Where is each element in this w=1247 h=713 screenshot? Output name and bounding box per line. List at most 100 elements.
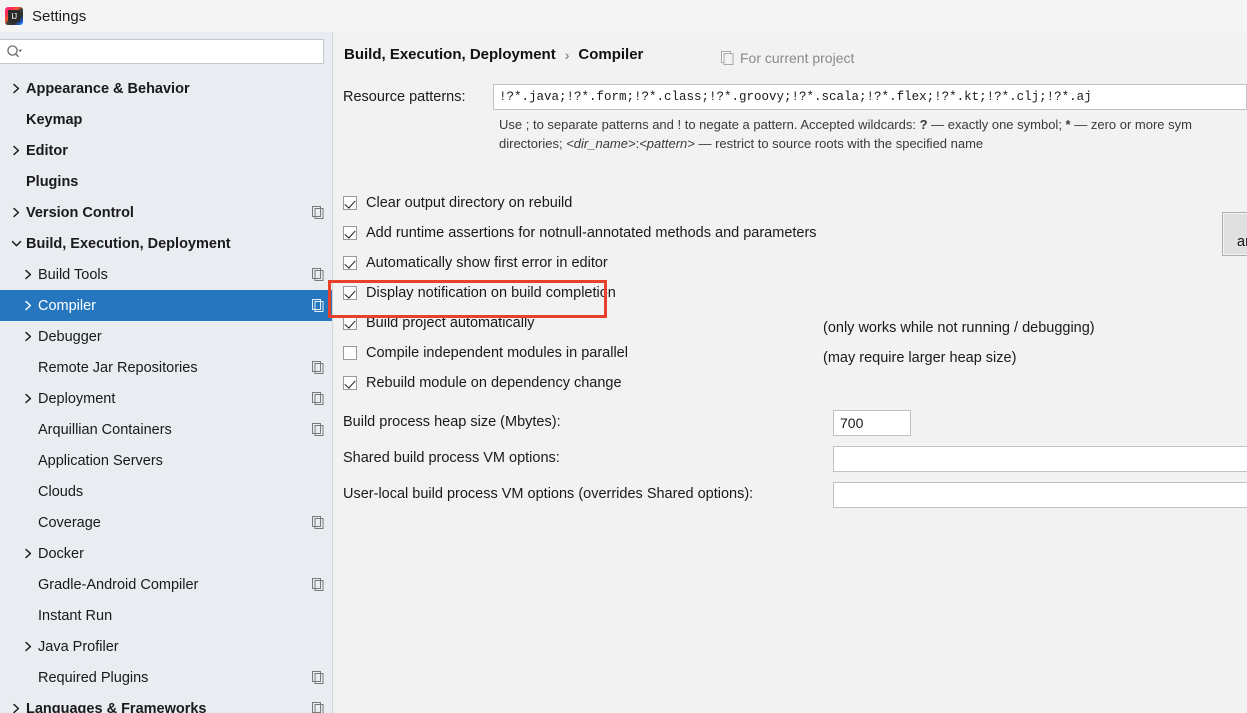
note-build-automatically: (only works while not running / debuggin… — [823, 320, 1095, 336]
checkbox-row-automatically-show-first-error-in-editor[interactable]: Automatically show first error in editor — [343, 248, 1247, 278]
checkbox-row-build-project-automatically[interactable]: Build project automatically — [343, 308, 1247, 338]
sidebar-item-label: Instant Run — [38, 607, 113, 624]
search-box[interactable] — [0, 39, 324, 65]
sidebar-item-label: Build Tools — [38, 266, 108, 283]
sidebar-item-label: Keymap — [26, 111, 83, 128]
chevron-right-icon[interactable] — [18, 331, 38, 342]
checkbox-label: Rebuild module on dependency change — [366, 375, 622, 391]
settings-tree: Appearance & Behavior Keymap Editor Plugins… — [0, 70, 332, 713]
copy-settings-icon[interactable] — [312, 268, 324, 281]
sidebar-item-compiler[interactable]: Compiler — [0, 290, 332, 321]
sidebar-item-label: Coverage — [38, 514, 101, 531]
chevron-right-icon[interactable] — [6, 145, 26, 156]
hint-line-1: Use ; to separate patterns and ! to nega… — [499, 117, 1192, 132]
shared-vm-options-label: Shared build process VM options: — [343, 450, 560, 466]
sidebar-item-arquillian-containers[interactable]: Arquillian Containers — [0, 414, 332, 445]
sidebar-item-gradle-android-compiler[interactable]: Gradle-Android Compiler — [0, 569, 332, 600]
checkbox-row-add-runtime-assertions-for-notnull-annotated-methods-and-parameters[interactable]: Add runtime assertions for notnull-annot… — [343, 218, 1247, 248]
sidebar-item-label: Compiler — [38, 297, 97, 314]
sidebar-item-debugger[interactable]: Debugger — [0, 321, 332, 352]
intellij-idea-icon: IJ — [5, 7, 23, 25]
user-local-vm-options-label: User-local build process VM options (ove… — [343, 486, 754, 502]
sidebar-item-editor[interactable]: Editor — [0, 135, 332, 166]
heap-size-label: Build process heap size (Mbytes): — [343, 414, 561, 430]
heap-size-input[interactable] — [833, 410, 911, 436]
sidebar-item-required-plugins[interactable]: Required Plugins — [0, 662, 332, 693]
sidebar-item-java-profiler[interactable]: Java Profiler — [0, 631, 332, 662]
copy-settings-icon[interactable] — [312, 361, 324, 374]
sidebar-item-label: Build, Execution, Deployment — [26, 235, 231, 252]
chevron-right-icon[interactable] — [6, 703, 26, 713]
sidebar-item-application-servers[interactable]: Application Servers — [0, 445, 332, 476]
checkbox-row-clear-output-directory-on-rebuild[interactable]: Clear output directory on rebuild — [343, 188, 1247, 218]
sidebar-item-label: Version Control — [26, 204, 134, 221]
chevron-right-icon[interactable] — [18, 548, 38, 559]
sidebar-item-keymap[interactable]: Keymap — [0, 104, 332, 135]
checkbox-label: Add runtime assertions for notnull-annot… — [366, 225, 817, 241]
checkbox-compile-independent-modules-in-parallel[interactable] — [343, 346, 357, 360]
sidebar-item-build-tools[interactable]: Build Tools — [0, 259, 332, 290]
copy-settings-icon[interactable] — [312, 516, 324, 529]
project-scope-label: For current project — [740, 50, 855, 66]
sidebar-item-appearance-behavior[interactable]: Appearance & Behavior — [0, 73, 332, 104]
sidebar-item-build-execution-deployment[interactable]: Build, Execution, Deployment — [0, 228, 332, 259]
sidebar-item-label: Required Plugins — [38, 669, 149, 686]
copy-settings-icon[interactable] — [312, 423, 324, 436]
sidebar-item-label: Debugger — [38, 328, 102, 345]
sidebar-item-label: Arquillian Containers — [38, 421, 172, 438]
settings-sidebar: Appearance & Behavior Keymap Editor Plugins… — [0, 32, 333, 713]
sidebar-item-label: Deployment — [38, 390, 116, 407]
breadcrumb-root[interactable]: Build, Execution, Deployment — [344, 46, 556, 63]
chevron-right-icon[interactable] — [6, 83, 26, 94]
sidebar-item-languages-frameworks[interactable]: Languages & Frameworks — [0, 693, 332, 713]
resource-patterns-input[interactable] — [493, 84, 1247, 110]
checkbox-row-display-notification-on-build-completion[interactable]: Display notification on build completion — [343, 278, 1247, 308]
chevron-right-icon[interactable] — [18, 269, 38, 280]
checkbox-rebuild-module-on-dependency-change[interactable] — [343, 376, 357, 390]
chevron-down-icon[interactable] — [6, 239, 26, 248]
compiler-options-list: Clear output directory on rebuild Add run… — [343, 188, 1247, 398]
field-row-user-local-vm: User-local build process VM options (ove… — [343, 482, 1247, 518]
copy-settings-icon[interactable] — [312, 299, 324, 312]
copy-settings-icon[interactable] — [312, 702, 324, 713]
sidebar-item-remote-jar-repositories[interactable]: Remote Jar Repositories — [0, 352, 332, 383]
copy-settings-icon[interactable] — [312, 206, 324, 219]
sidebar-item-label: Clouds — [38, 483, 84, 500]
copy-settings-icon[interactable] — [312, 392, 324, 405]
sidebar-item-coverage[interactable]: Coverage — [0, 507, 332, 538]
search-input[interactable] — [28, 40, 319, 65]
sidebar-item-clouds[interactable]: Clouds — [0, 476, 332, 507]
sidebar-item-version-control[interactable]: Version Control — [0, 197, 332, 228]
settings-content-panel: Build, Execution, Deployment › Compiler … — [333, 32, 1247, 713]
sidebar-item-label: Editor — [26, 142, 68, 159]
chevron-right-icon[interactable] — [18, 393, 38, 404]
sidebar-item-label: Docker — [38, 545, 84, 562]
project-scope-indicator: For current project — [721, 50, 854, 66]
chevron-right-icon[interactable] — [6, 207, 26, 218]
shared-vm-options-input[interactable] — [833, 446, 1247, 472]
checkbox-row-compile-independent-modules-in-parallel[interactable]: Compile independent modules in parallel — [343, 338, 1247, 368]
copy-settings-icon[interactable] — [312, 671, 324, 684]
checkbox-clear-output-directory-on-rebuild[interactable] — [343, 196, 357, 210]
checkbox-add-runtime-assertions-for-notnull-annotated-methods-and-parameters[interactable] — [343, 226, 357, 240]
user-local-vm-options-input[interactable] — [833, 482, 1247, 508]
checkbox-build-project-automatically[interactable] — [343, 316, 357, 330]
chevron-right-icon[interactable] — [18, 300, 38, 311]
sidebar-item-docker[interactable]: Docker — [0, 538, 332, 569]
checkbox-automatically-show-first-error-in-editor[interactable] — [343, 256, 357, 270]
checkbox-row-rebuild-module-on-dependency-change[interactable]: Rebuild module on dependency change — [343, 368, 1247, 398]
sidebar-item-label: Application Servers — [38, 452, 163, 469]
breadcrumb: Build, Execution, Deployment › Compiler — [344, 46, 643, 63]
sidebar-item-instant-run[interactable]: Instant Run — [0, 600, 332, 631]
project-scope-icon — [721, 51, 734, 65]
checkbox-label: Compile independent modules in parallel — [366, 345, 628, 361]
checkbox-display-notification-on-build-completion[interactable] — [343, 286, 357, 300]
chevron-right-icon[interactable] — [18, 641, 38, 652]
sidebar-item-plugins[interactable]: Plugins — [0, 166, 332, 197]
checkbox-label: Clear output directory on rebuild — [366, 195, 573, 211]
window-title: Settings — [32, 7, 87, 25]
configure-annotations-button[interactable]: Configure annotations... — [1222, 212, 1247, 256]
copy-settings-icon[interactable] — [312, 578, 324, 591]
sidebar-item-label: Languages & Frameworks — [26, 700, 207, 713]
sidebar-item-deployment[interactable]: Deployment — [0, 383, 332, 414]
